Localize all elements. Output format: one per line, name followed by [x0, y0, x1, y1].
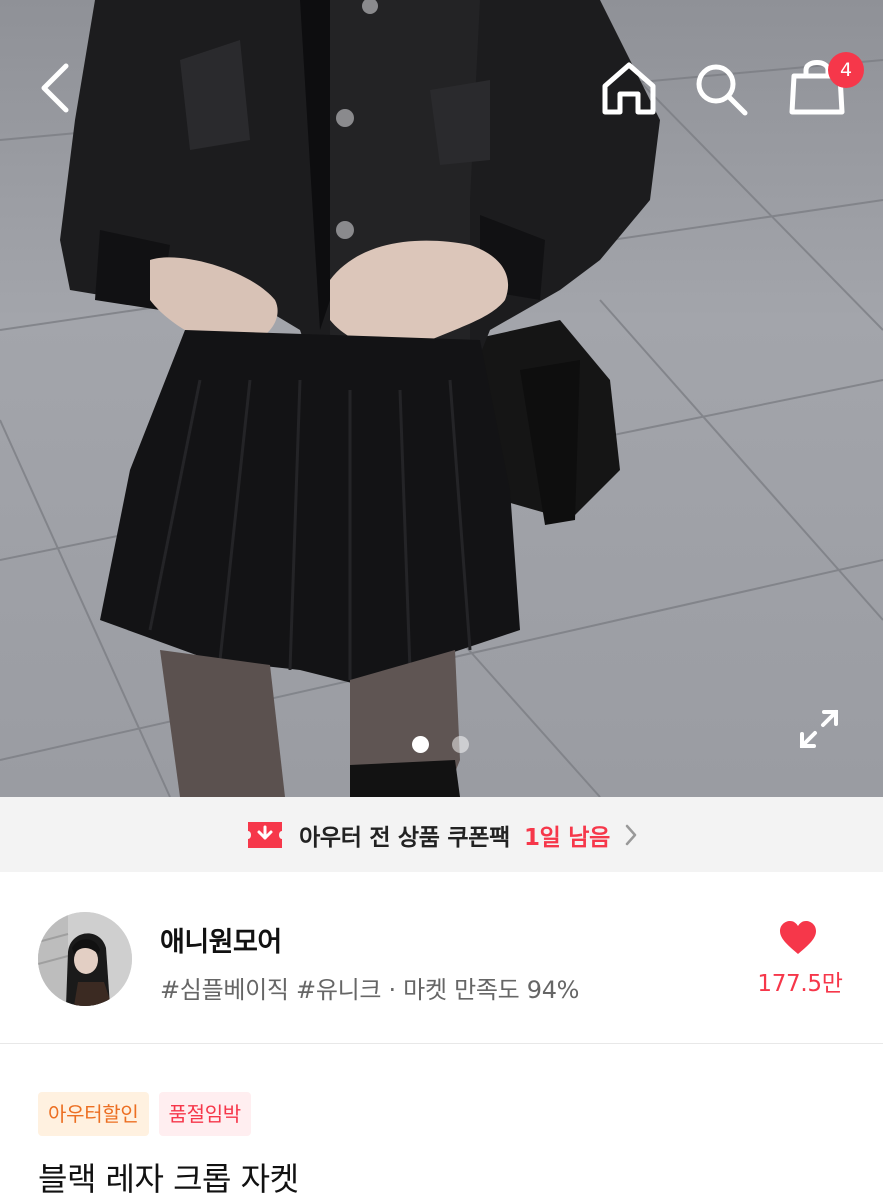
seller-avatar-image [38, 912, 132, 1006]
seller-info[interactable]: 애니원모어 #심플베이직 #유니크 · 마켓 만족도 94% 177.5만 [0, 872, 883, 1044]
product-image-gallery[interactable]: 4 [0, 0, 883, 797]
search-button[interactable] [690, 58, 752, 118]
cart-count-badge: 4 [828, 52, 864, 88]
chevron-left-icon [41, 63, 69, 113]
gallery-pagination [412, 736, 472, 754]
almost-sold-out-badge: 품절임박 [158, 1092, 251, 1136]
expand-icon [800, 710, 838, 748]
home-icon [602, 62, 656, 115]
back-button[interactable] [30, 58, 80, 118]
coupon-icon [248, 821, 283, 848]
search-icon [696, 64, 748, 116]
pagination-dot-active[interactable] [412, 736, 429, 753]
product-photo [0, 0, 883, 797]
product-badges: 아우터할인 품절임박 [38, 1092, 251, 1136]
seller-name[interactable]: 애니원모어 [160, 920, 282, 959]
like-button[interactable]: 177.5만 [740, 918, 860, 1008]
like-count: 177.5만 [757, 971, 843, 997]
seller-tags: #심플베이직 #유니크 · 마켓 만족도 94% [160, 976, 580, 1004]
product-detail-page: 4 아우터 전 상품 쿠폰팩 1일 남음 애니원모어 #심플베이직 #유니크 ·… [0, 0, 883, 1200]
coupon-remaining: 1일 남음 [523, 824, 610, 851]
pagination-dot[interactable] [452, 736, 469, 753]
coupon-text: 아우터 전 상품 쿠폰팩 [299, 824, 510, 851]
seller-avatar[interactable] [38, 912, 132, 1006]
outer-sale-badge: 아우터할인 [38, 1092, 149, 1136]
product-title: 블랙 레자 크롭 자켓 [38, 1160, 299, 1198]
heart-icon [780, 921, 816, 954]
coupon-banner[interactable]: 아우터 전 상품 쿠폰팩 1일 남음 [0, 797, 883, 872]
fullscreen-button[interactable] [796, 706, 842, 752]
chevron-right-icon [625, 824, 637, 845]
home-button[interactable] [598, 58, 660, 118]
